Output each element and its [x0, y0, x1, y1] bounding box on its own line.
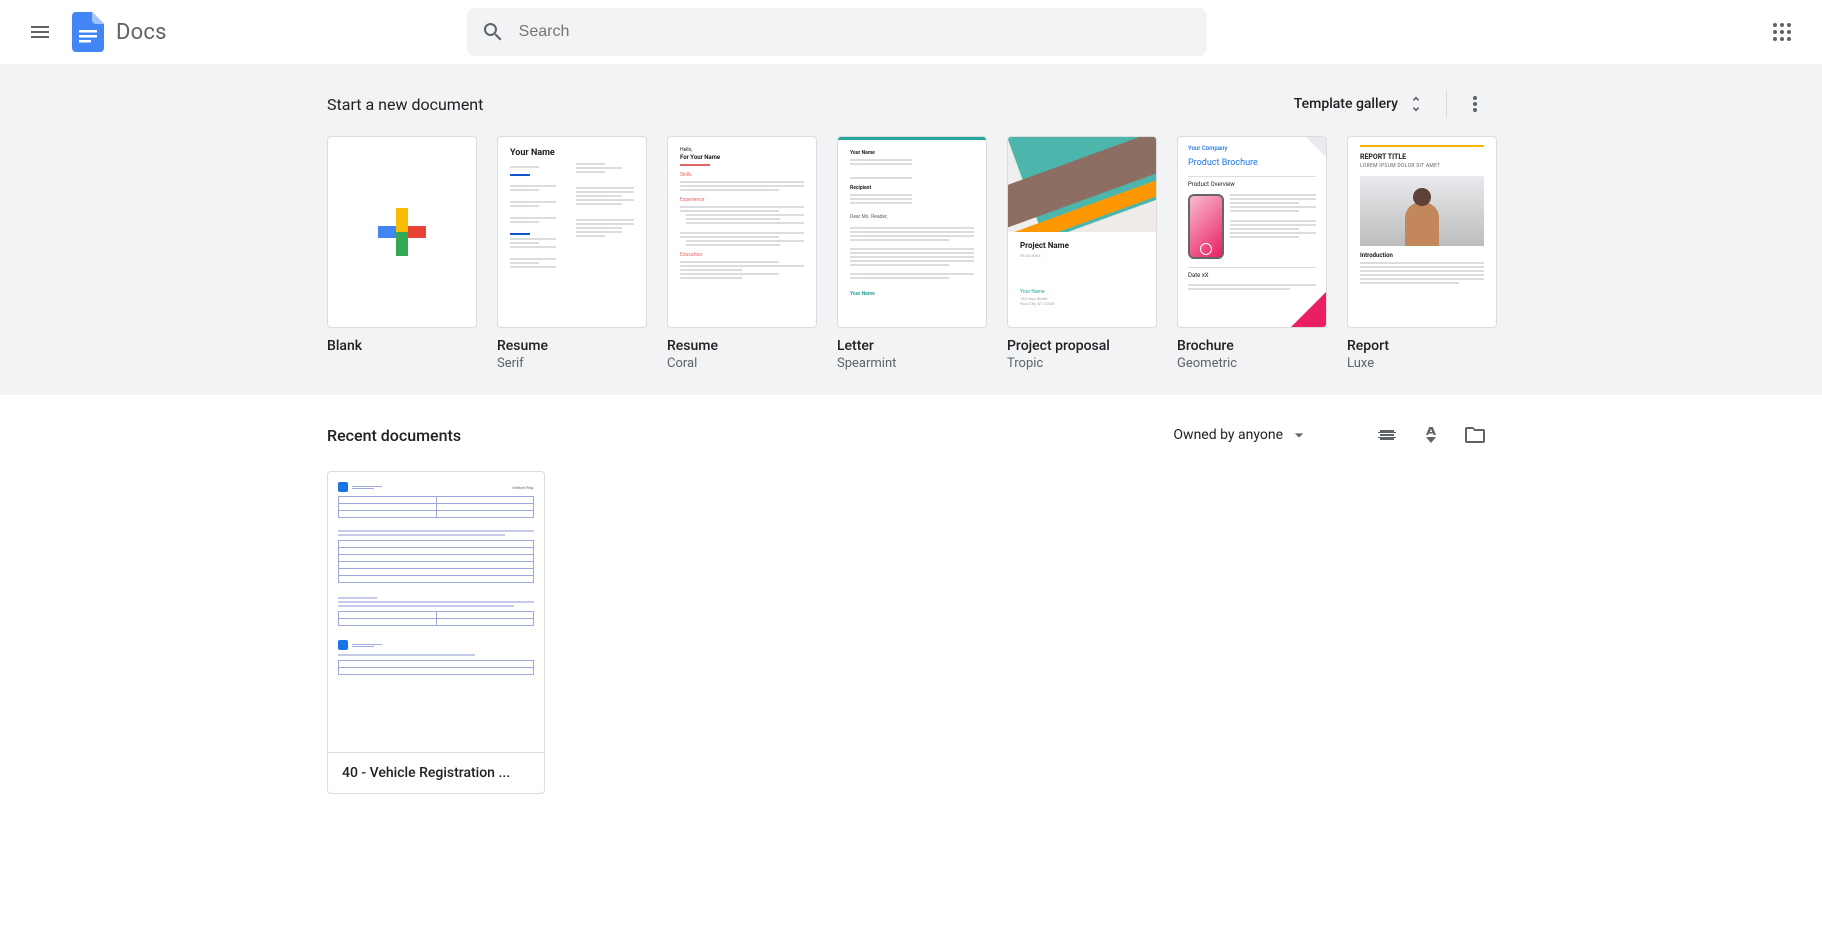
template-title: Report: [1347, 338, 1497, 354]
app-title: Docs: [116, 20, 167, 45]
mini-text: Your Name: [850, 150, 974, 157]
template-thumb: [327, 136, 477, 328]
template-section-header: Start a new document Template gallery: [327, 80, 1495, 128]
docs-logo-icon: [68, 12, 108, 52]
document-thumbnail: Vehicle Reg.: [328, 472, 544, 752]
recent-section: Recent documents Owned by anyone: [0, 395, 1822, 810]
template-title: Resume: [667, 338, 817, 354]
unfold-icon: [1406, 94, 1426, 114]
mini-text: LOREM IPSUM DOLOR SIT AMET: [1360, 163, 1484, 170]
template-resume-serif[interactable]: Your Name: [497, 136, 647, 371]
mini-text: Dear Ms. Reader,: [850, 214, 974, 221]
divider: [1446, 90, 1447, 118]
mini-text: Product Brochure: [1188, 157, 1316, 170]
mini-text: Education: [680, 252, 804, 259]
mini-text: Product Overview: [1188, 176, 1316, 189]
template-subtitle: Luxe: [1347, 356, 1497, 371]
template-resume-coral[interactable]: Hello, For Your Name Skills Experience E…: [667, 136, 817, 371]
template-report[interactable]: REPORT TITLE LOREM IPSUM DOLOR SIT AMET …: [1347, 136, 1497, 371]
apps-grid-icon: [1770, 20, 1794, 44]
search-bar[interactable]: [467, 8, 1207, 56]
document-card-footer: 40 - Vehicle Registration ...: [328, 752, 544, 793]
template-gallery-label: Template gallery: [1294, 96, 1398, 112]
mini-text: Introduction: [1360, 252, 1484, 260]
template-thumb: Your Name Recipient Dear Ms. Reader,: [837, 136, 987, 328]
template-project-proposal[interactable]: Project Name 09.04.20XX Your Name 123 Yo…: [1007, 136, 1157, 371]
template-thumb: Your Name: [497, 136, 647, 328]
dropdown-icon: [1289, 425, 1309, 445]
mini-text: Your Company: [1188, 145, 1316, 153]
template-title: Brochure: [1177, 338, 1327, 354]
template-brochure[interactable]: Your Company Product Brochure Product Ov…: [1177, 136, 1327, 371]
template-gallery-button[interactable]: Template gallery: [1282, 86, 1438, 122]
mini-text: Skills: [680, 172, 804, 179]
template-row: Blank Your Name: [327, 136, 1495, 371]
template-subtitle: Tropic: [1007, 356, 1157, 371]
mini-text: REPORT TITLE: [1360, 153, 1484, 163]
folder-icon: [1463, 423, 1487, 447]
template-title: Letter: [837, 338, 987, 354]
template-thumb: Project Name 09.04.20XX Your Name 123 Yo…: [1007, 136, 1157, 328]
mini-text: Your Name: [850, 291, 974, 298]
search-input[interactable]: [513, 23, 1201, 41]
mini-text: For Your Name: [680, 154, 804, 162]
mini-text: Experience: [680, 197, 804, 204]
ownership-filter-button[interactable]: Owned by anyone: [1165, 419, 1317, 451]
template-subtitle: Geometric: [1177, 356, 1327, 371]
recent-section-title: Recent documents: [327, 426, 461, 445]
open-file-picker-button[interactable]: [1455, 415, 1495, 455]
template-subtitle: Spearmint: [837, 356, 987, 371]
mini-text: Project Name: [1020, 240, 1144, 251]
more-vert-icon: [1463, 92, 1487, 116]
ownership-filter-label: Owned by anyone: [1173, 427, 1283, 443]
main-menu-button[interactable]: [16, 8, 64, 56]
document-card[interactable]: Vehicle Reg.: [327, 471, 545, 794]
template-thumb: Your Company Product Brochure Product Ov…: [1177, 136, 1327, 328]
template-title: Resume: [497, 338, 647, 354]
mini-text: Date xX: [1188, 267, 1316, 280]
template-subtitle: Coral: [667, 356, 817, 371]
app-logo-wrap[interactable]: Docs: [68, 12, 167, 52]
mini-text: Your Name: [1020, 289, 1144, 296]
sort-button[interactable]: [1411, 415, 1451, 455]
template-section: Start a new document Template gallery: [0, 64, 1822, 395]
sort-az-icon: [1419, 423, 1443, 447]
hamburger-icon: [28, 20, 52, 44]
search-icon: [473, 12, 513, 52]
list-view-button[interactable]: [1367, 415, 1407, 455]
template-blank[interactable]: Blank: [327, 136, 477, 371]
recent-documents-grid: Vehicle Reg.: [327, 471, 1495, 794]
template-letter-spearmint[interactable]: Your Name Recipient Dear Ms. Reader,: [837, 136, 987, 371]
plus-icon: [378, 208, 426, 256]
template-thumb: REPORT TITLE LOREM IPSUM DOLOR SIT AMET …: [1347, 136, 1497, 328]
document-title: 40 - Vehicle Registration ...: [342, 765, 530, 781]
template-title: Project proposal: [1007, 338, 1157, 354]
recent-section-header: Recent documents Owned by anyone: [327, 411, 1495, 459]
template-thumb: Hello, For Your Name Skills Experience E…: [667, 136, 817, 328]
google-apps-button[interactable]: [1758, 8, 1806, 56]
template-section-title: Start a new document: [327, 95, 483, 114]
mini-text: Your Name: [510, 147, 568, 160]
template-title: Blank: [327, 338, 477, 354]
template-more-button[interactable]: [1455, 84, 1495, 124]
list-view-icon: [1375, 423, 1399, 447]
template-subtitle: Serif: [497, 356, 647, 371]
app-header: Docs: [0, 0, 1822, 64]
